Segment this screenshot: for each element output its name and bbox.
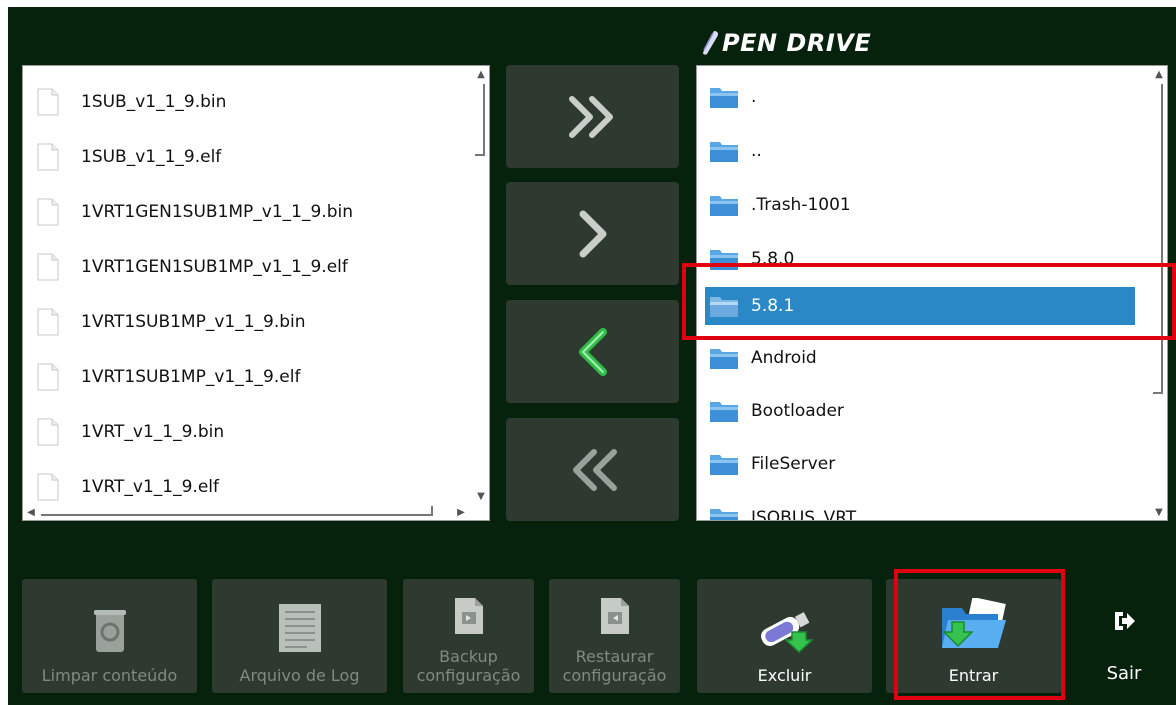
double-chevron-right-icon <box>568 95 613 138</box>
list-item[interactable]: .Trash-1001 <box>709 178 851 232</box>
backup-config-label-line2: configuração <box>416 666 521 685</box>
backup-config-button[interactable]: Backup configuração <box>403 579 534 693</box>
scroll-thumb[interactable] <box>475 84 485 156</box>
file-name: 1SUB_v1_1_9.elf <box>81 147 222 167</box>
list-item[interactable]: 5.8.0 <box>709 232 794 286</box>
file-icon <box>37 198 59 226</box>
folder-name: 5.8.0 <box>751 249 795 269</box>
list-item[interactable]: 1VRT1GEN1SUB1MP_v1_1_9.bin <box>37 185 353 239</box>
log-file-button[interactable]: Arquivo de Log <box>212 579 387 693</box>
list-item[interactable]: 1VRT1SUB1MP_v1_1_9.elf <box>37 350 300 404</box>
local-file-list[interactable]: 1SUB_v1_1_9.bin 1SUB_v1_1_9.elf 1VRT1GEN… <box>22 65 490 521</box>
folder-icon <box>710 349 738 369</box>
file-icon <box>37 363 59 391</box>
scroll-up-icon[interactable]: ▲ <box>1151 66 1167 82</box>
file-name: 1VRT_v1_1_9.elf <box>81 477 219 497</box>
restore-config-button[interactable]: Restaurar configuração <box>549 579 680 693</box>
backup-file-icon <box>454 598 483 634</box>
folder-icon <box>710 142 738 162</box>
file-icon <box>37 473 59 501</box>
copy-all-right-button[interactable] <box>506 65 679 168</box>
file-name: 1SUB_v1_1_9.bin <box>81 92 227 112</box>
scroll-right-icon[interactable]: ▶ <box>453 504 469 520</box>
open-folder-icon <box>941 598 1006 648</box>
list-item[interactable]: 1VRT_v1_1_9.bin <box>37 405 224 459</box>
folder-name: FileServer <box>751 454 836 474</box>
delete-label: Excluir <box>757 666 812 685</box>
folder-name: Bootloader <box>751 401 844 421</box>
exit-icon <box>1115 612 1135 630</box>
backup-config-label-line1: Backup <box>439 647 498 666</box>
folder-name: 5.8.1 <box>751 296 795 316</box>
copy-all-left-button[interactable] <box>506 418 679 521</box>
file-icon <box>37 88 59 116</box>
list-item[interactable]: 1VRT1SUB1MP_v1_1_9.bin <box>37 295 306 349</box>
list-item[interactable]: FileServer <box>709 437 835 491</box>
file-name: 1VRT1GEN1SUB1MP_v1_1_9.elf <box>81 257 348 277</box>
folder-icon <box>710 402 738 422</box>
folder-icon <box>710 509 738 520</box>
file-icon <box>37 418 59 446</box>
log-file-icon <box>278 604 321 652</box>
file-icon <box>37 308 59 336</box>
list-item[interactable]: .. <box>709 124 762 178</box>
scroll-thumb[interactable] <box>41 506 433 516</box>
pen-drive-folder-list[interactable]: . .. .Trash-1001 5.8.0 5.8.1 Android Boo… <box>696 65 1168 521</box>
folder-icon <box>710 250 738 270</box>
usb-drive-icon <box>760 612 814 654</box>
list-item[interactable]: ISOBUS_VRT <box>709 491 857 521</box>
enter-button[interactable]: Entrar <box>886 579 1061 693</box>
log-file-label: Arquivo de Log <box>239 666 360 685</box>
chevron-left-icon <box>578 327 607 376</box>
folder-icon <box>710 196 738 216</box>
double-chevron-left-icon <box>572 448 617 491</box>
clear-content-button[interactable]: Limpar conteúdo <box>22 579 197 693</box>
exit-label: Sair <box>1106 663 1142 684</box>
pen-drive-title: PEN DRIVE <box>700 26 871 60</box>
folder-name: .. <box>751 141 762 161</box>
list-item[interactable]: . <box>709 70 756 124</box>
scroll-left-icon[interactable]: ◀ <box>23 504 39 520</box>
list-item[interactable]: 1SUB_v1_1_9.elf <box>37 130 221 184</box>
list-item-selected[interactable]: 5.8.1 <box>705 287 1135 325</box>
folder-name: . <box>751 87 757 107</box>
file-name: 1VRT1SUB1MP_v1_1_9.elf <box>81 367 301 387</box>
copy-right-button[interactable] <box>506 182 679 285</box>
scroll-up-icon[interactable]: ▲ <box>473 66 489 82</box>
list-item[interactable]: 1SUB_v1_1_9.bin <box>37 75 226 129</box>
vertical-scrollbar[interactable]: ▲ ▼ <box>1151 66 1167 520</box>
file-icon <box>37 143 59 171</box>
vertical-scrollbar[interactable]: ▲ ▼ <box>473 66 489 504</box>
enter-label: Entrar <box>948 666 999 685</box>
recycle-bin-icon <box>93 610 126 652</box>
folder-icon <box>710 297 738 317</box>
delete-button[interactable]: Excluir <box>697 579 872 693</box>
scroll-down-icon[interactable]: ▼ <box>473 488 489 504</box>
pen-drive-title-text: PEN DRIVE <box>722 29 872 57</box>
restore-config-label-line2: configuração <box>562 666 667 685</box>
list-item[interactable]: 1VRT1GEN1SUB1MP_v1_1_9.elf <box>37 240 348 294</box>
folder-name: .Trash-1001 <box>751 195 851 215</box>
file-name: 1VRT1SUB1MP_v1_1_9.bin <box>81 312 306 332</box>
chevron-right-icon <box>579 210 606 257</box>
pen-drive-icon <box>703 31 718 55</box>
copy-left-button[interactable] <box>506 300 679 403</box>
scroll-down-icon[interactable]: ▼ <box>1151 504 1167 520</box>
list-item[interactable]: Android <box>709 331 817 385</box>
exit-button[interactable]: Sair <box>1086 600 1162 692</box>
restore-file-icon <box>600 598 629 634</box>
restore-config-label-line1: Restaurar <box>575 647 654 666</box>
file-name: 1VRT1GEN1SUB1MP_v1_1_9.bin <box>81 202 353 222</box>
folder-name: Android <box>751 348 817 368</box>
list-item[interactable]: Bootloader <box>709 384 844 438</box>
file-icon <box>37 253 59 281</box>
clear-content-label: Limpar conteúdo <box>41 666 178 685</box>
file-name: 1VRT_v1_1_9.bin <box>81 422 225 442</box>
scroll-thumb[interactable] <box>1153 84 1163 394</box>
folder-name: ISOBUS_VRT <box>751 508 857 521</box>
folder-icon <box>710 455 738 475</box>
folder-icon <box>710 88 738 108</box>
horizontal-scrollbar[interactable]: ◀ ▶ <box>23 504 473 520</box>
